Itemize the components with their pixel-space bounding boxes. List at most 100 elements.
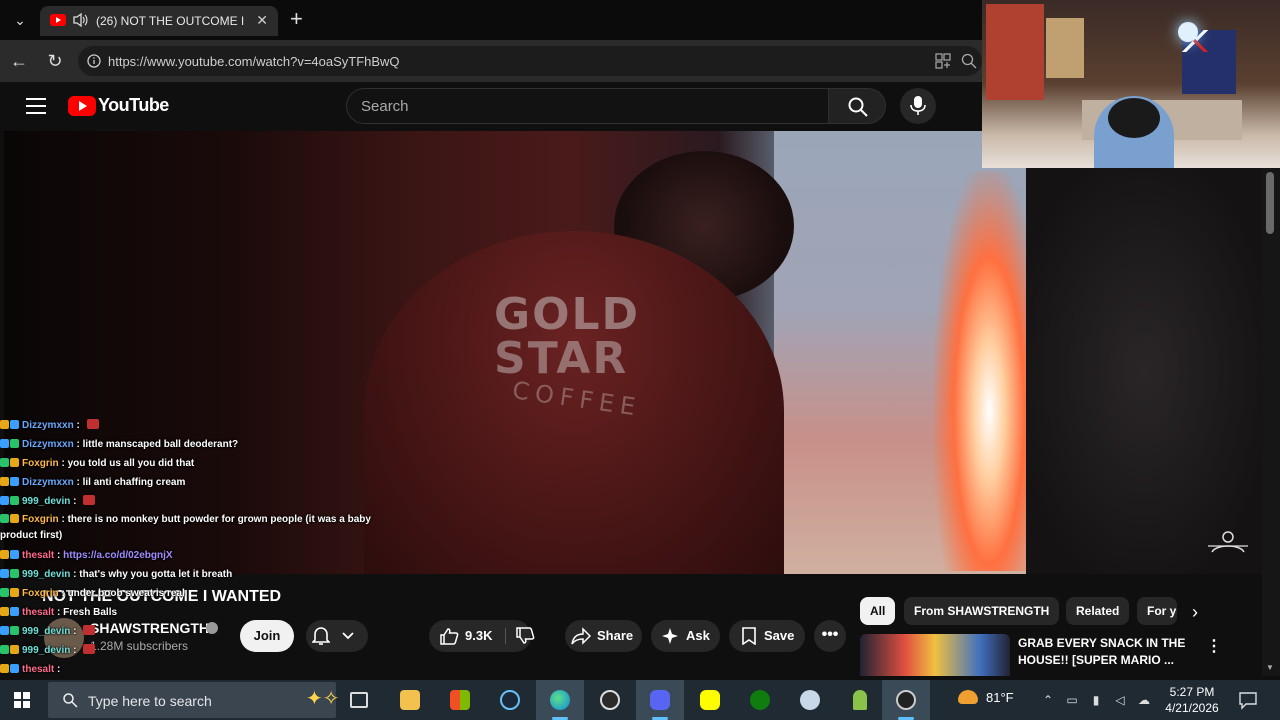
address-bar[interactable]: https://www.youtube.com/watch?v=4oaSyTFh… xyxy=(78,46,982,76)
taskbar-task-view[interactable] xyxy=(336,680,384,720)
taskbar-edge[interactable] xyxy=(536,680,584,720)
video-light-flare xyxy=(934,171,1026,571)
recommended-thumbnail[interactable] xyxy=(860,634,1010,676)
chat-username[interactable]: thesalt xyxy=(22,607,54,618)
chat-username[interactable]: Dizzymxxn xyxy=(22,420,74,431)
chat-message: thesalt : Fresh Balls xyxy=(0,603,400,622)
tab-search-chevron-icon[interactable]: ⌄ xyxy=(8,8,32,32)
chat-message: 999_devin : xyxy=(0,492,400,511)
like-count[interactable]: 9.3K xyxy=(465,620,492,652)
search-highlight-sparkle-icon: ✦✧ xyxy=(306,688,340,710)
tab-close-icon[interactable]: ✕ xyxy=(256,12,268,29)
taskbar-snapchat[interactable] xyxy=(686,680,734,720)
ask-button[interactable]: Ask xyxy=(651,620,720,652)
new-tab-icon[interactable]: + xyxy=(290,8,303,30)
chat-emote-icon xyxy=(83,644,96,654)
recommended-title[interactable]: GRAB EVERY SNACK IN THE HOUSE!! [SUPER M… xyxy=(1018,635,1204,669)
share-button[interactable]: Share xyxy=(565,620,642,652)
chat-text: you told us all you did that xyxy=(67,458,195,469)
youtube-logo-text: YouTube xyxy=(98,95,169,115)
chat-username[interactable]: 999_devin xyxy=(22,645,70,656)
shirt-text-gold: GOLD xyxy=(494,289,641,340)
search-button[interactable] xyxy=(828,88,886,124)
discord-icon xyxy=(650,690,670,710)
battery-icon[interactable]: ▮ xyxy=(1088,692,1104,708)
snapchat-icon xyxy=(700,690,720,710)
taskbar-discord[interactable] xyxy=(636,680,684,720)
chat-badges-icon xyxy=(0,547,22,559)
ask-label: Ask xyxy=(686,628,710,643)
chip-for-you[interactable]: For y xyxy=(1137,597,1177,625)
speaker-icon[interactable] xyxy=(72,11,88,29)
chat-badges-icon xyxy=(0,474,22,486)
youtube-header: YouTube xyxy=(0,82,982,130)
chat-username[interactable]: Foxgrin xyxy=(22,458,59,469)
meet-now-icon[interactable]: ▭ xyxy=(1064,692,1080,708)
tray-overflow-icon[interactable]: ⌃ xyxy=(1040,692,1056,708)
chat-username[interactable]: thesalt xyxy=(22,664,54,675)
chip-all[interactable]: All xyxy=(860,597,896,625)
chat-message: Dizzymxxn : lil anti chaffing cream xyxy=(0,473,400,492)
chips-next-arrow-icon[interactable]: › xyxy=(1192,602,1198,623)
chat-username[interactable]: Foxgrin xyxy=(22,514,59,525)
taskbar-streamlabs[interactable] xyxy=(882,680,930,720)
volume-icon[interactable]: ◁ xyxy=(1112,692,1128,708)
webcam-overlay xyxy=(982,0,1280,168)
like-dislike-group: 9.3K xyxy=(429,620,535,652)
webcam-lamp xyxy=(1178,22,1198,42)
taskbar-xbox[interactable] xyxy=(736,680,784,720)
back-icon[interactable]: ← xyxy=(8,50,30,72)
site-info-icon[interactable] xyxy=(86,53,102,69)
search-input[interactable] xyxy=(347,89,828,123)
windows-start-icon[interactable] xyxy=(14,692,30,708)
page-scrollbar[interactable]: ▼ xyxy=(1262,168,1280,676)
chat-text: that's why you gotta let it breath xyxy=(79,569,233,580)
app-available-icon[interactable] xyxy=(934,52,952,70)
recommended-menu-icon[interactable]: ⋮ xyxy=(1206,636,1222,656)
chat-username[interactable]: thesalt xyxy=(22,550,54,561)
taskbar-microsoft-store[interactable] xyxy=(436,680,484,720)
network-cloud-icon[interactable]: ☁ xyxy=(1136,692,1152,708)
chat-link[interactable]: https://a.co/d/02ebgnjX xyxy=(63,550,172,561)
chat-username[interactable]: Dizzymxxn xyxy=(22,439,74,450)
like-icon[interactable] xyxy=(439,627,459,645)
chat-message: Dizzymxxn : xyxy=(0,416,400,435)
scroll-down-arrow-icon[interactable]: ▼ xyxy=(1266,663,1274,672)
chat-username[interactable]: 999_devin xyxy=(22,496,70,507)
chat-separator: : xyxy=(54,607,64,618)
more-actions-button[interactable]: ••• xyxy=(814,620,846,652)
taskbar-search[interactable]: Type here to search ✦✧ xyxy=(48,682,340,718)
chat-text: lil anti chaffing cream xyxy=(82,477,186,488)
chip-from-channel[interactable]: From SHAWSTRENGTH xyxy=(904,597,1060,625)
save-button[interactable]: Save xyxy=(729,620,805,652)
save-label: Save xyxy=(764,628,795,643)
store-icon xyxy=(450,690,470,710)
chat-username[interactable]: 999_devin xyxy=(22,626,70,637)
reload-icon[interactable]: ↻ xyxy=(44,50,66,72)
taskbar-file-explorer[interactable] xyxy=(386,680,434,720)
share-icon xyxy=(571,627,591,645)
chat-message: 999_devin : that's why you gotta let it … xyxy=(0,565,400,584)
taskbar-weather-app[interactable] xyxy=(786,680,834,720)
dislike-icon[interactable] xyxy=(515,627,535,645)
browser-tab[interactable]: (26) NOT THE OUTCOME I WA ✕ xyxy=(40,6,278,36)
taskbar-obs[interactable] xyxy=(586,680,634,720)
chat-emote-icon xyxy=(86,419,99,429)
chat-username[interactable]: Dizzymxxn xyxy=(22,477,74,488)
chat-username[interactable]: Foxgrin xyxy=(22,588,59,599)
notification-center-icon[interactable] xyxy=(1238,690,1258,710)
taskbar-clock[interactable]: 5:27 PM 4/21/2026 xyxy=(1160,684,1224,716)
voice-search-button[interactable] xyxy=(900,88,936,124)
chat-message: Foxgrin : under boob sweat is real xyxy=(0,584,400,603)
channel-watermark-icon[interactable] xyxy=(1206,528,1250,556)
taskbar-chess[interactable] xyxy=(836,680,884,720)
chat-separator: : xyxy=(70,626,80,637)
taskbar-weather[interactable]: 81°F xyxy=(958,690,1014,705)
taskbar-steam[interactable] xyxy=(486,680,534,720)
zoom-search-icon[interactable] xyxy=(960,52,978,70)
chat-badges-icon xyxy=(0,513,22,523)
hamburger-menu-icon[interactable] xyxy=(26,98,46,114)
chat-username[interactable]: 999_devin xyxy=(22,569,70,580)
chip-related[interactable]: Related xyxy=(1066,597,1130,625)
scrollbar-thumb[interactable] xyxy=(1266,172,1274,234)
